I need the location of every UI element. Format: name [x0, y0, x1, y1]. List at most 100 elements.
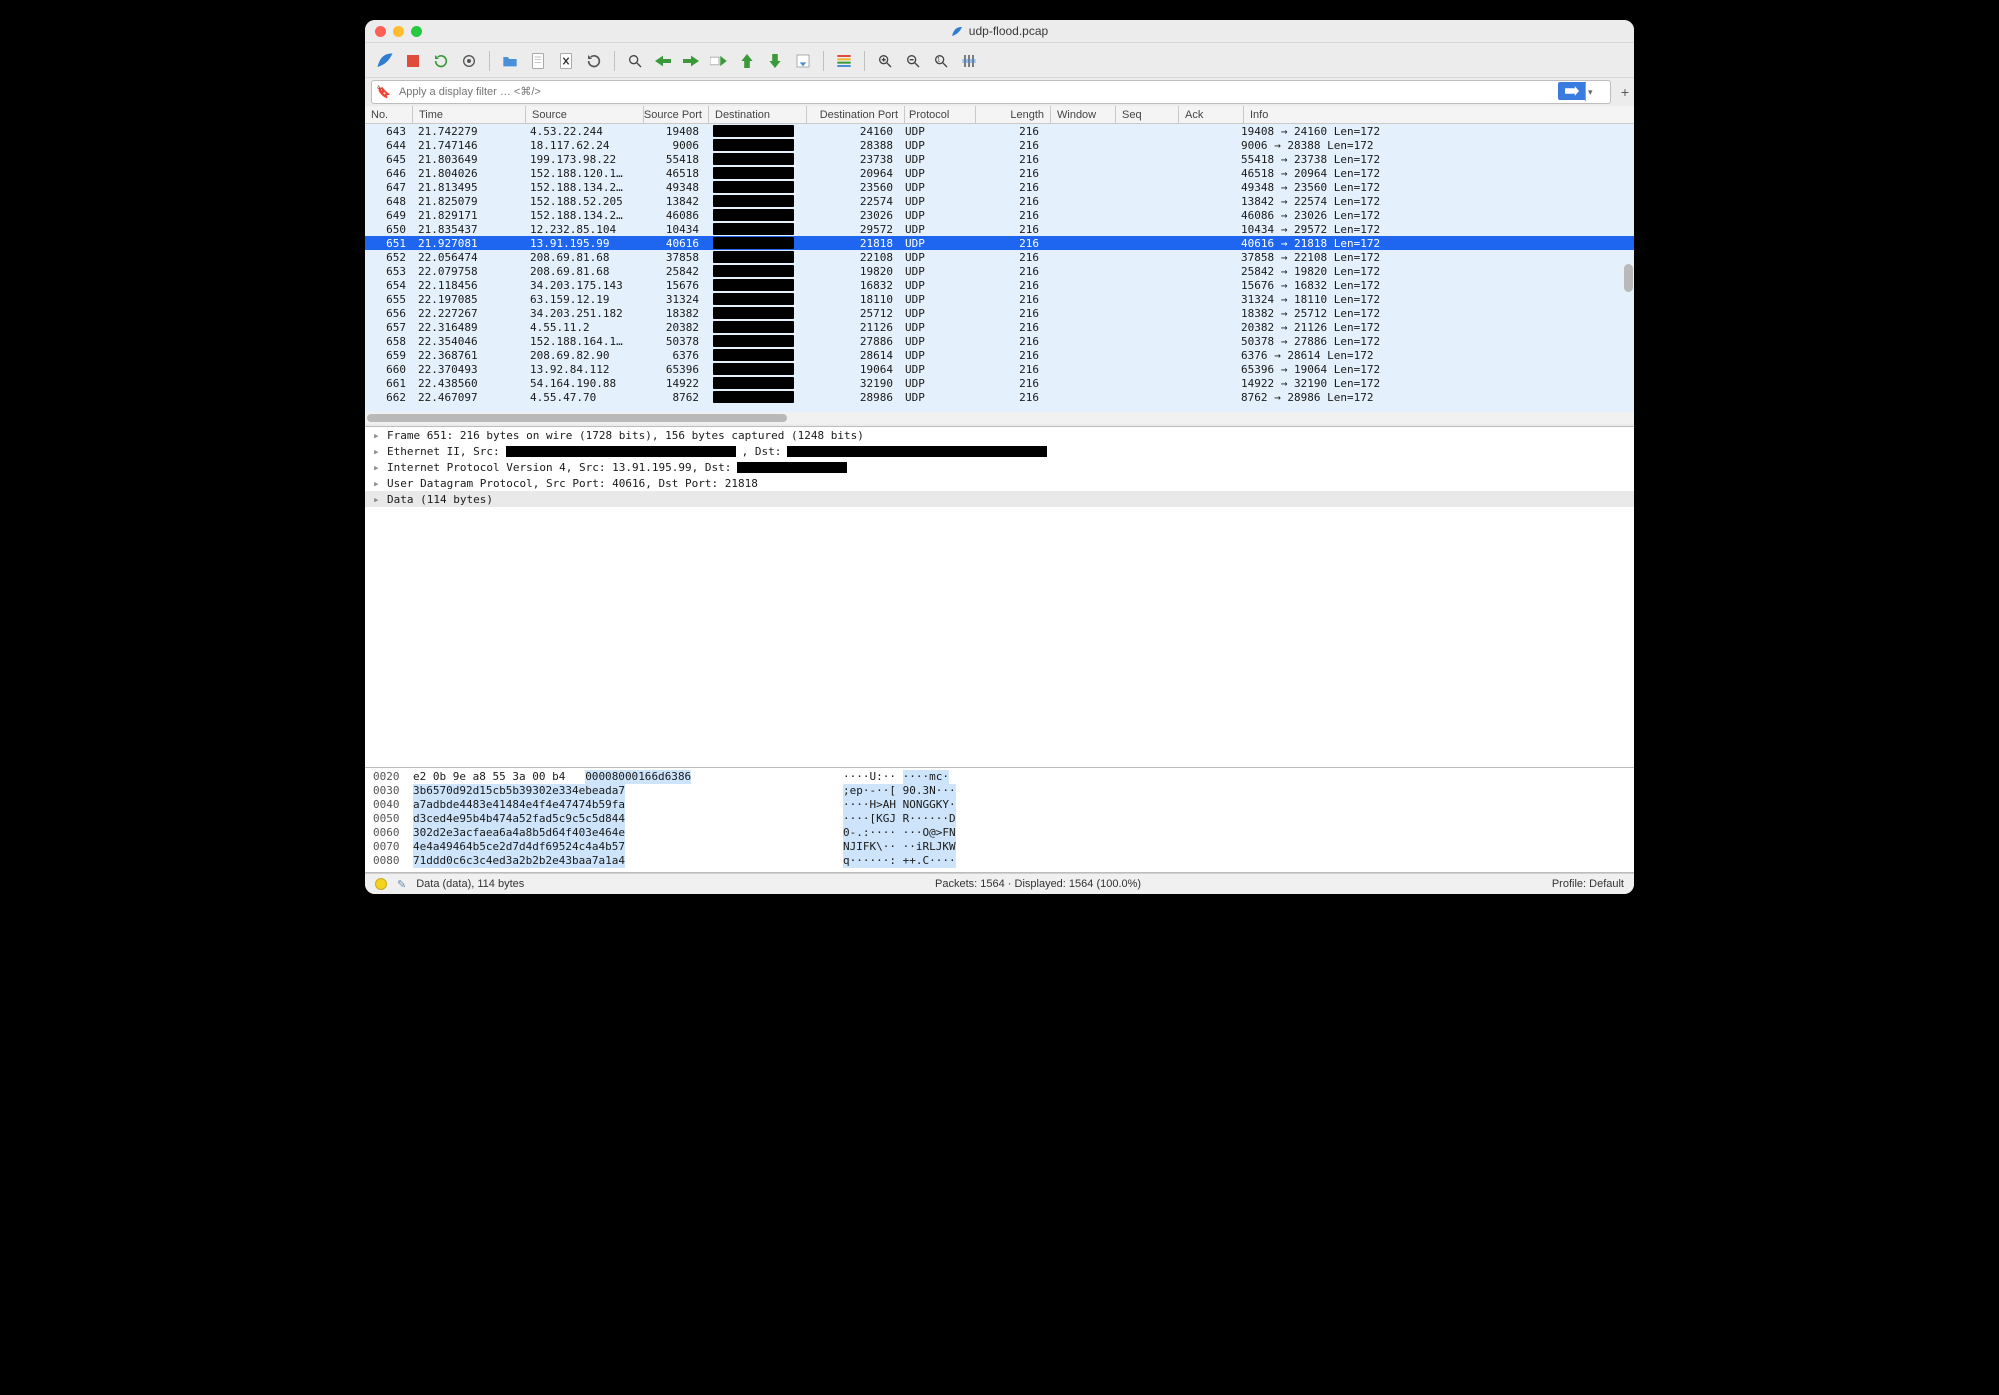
resize-columns-button[interactable] [957, 49, 981, 73]
packet-row[interactable]: 65722.3164894.55.11.22038221126UDP216203… [365, 320, 1634, 334]
save-file-button[interactable] [526, 49, 550, 73]
maximize-icon[interactable] [411, 26, 422, 37]
toolbar: 1 [365, 43, 1634, 78]
display-filter-input[interactable] [397, 85, 1606, 99]
status-right[interactable]: Profile: Default [1552, 878, 1624, 890]
detail-line[interactable]: ▸Ethernet II, Src: , Dst: [365, 443, 1634, 459]
traffic-lights [375, 26, 422, 37]
auto-scroll-button[interactable] [791, 49, 815, 73]
filter-history-dropdown[interactable]: ▾ [1588, 87, 1598, 98]
packet-row[interactable]: 64721.813495152.188.134.2…4934823560UDP2… [365, 180, 1634, 194]
col-source[interactable]: Source [526, 106, 644, 123]
packet-row[interactable]: 65422.11845634.203.175.1431567616832UDP2… [365, 278, 1634, 292]
titlebar[interactable]: udp-flood.pcap [365, 20, 1634, 43]
status-left: Data (data), 114 bytes [416, 878, 524, 890]
detail-line[interactable]: ▸Frame 651: 216 bytes on wire (1728 bits… [365, 427, 1634, 443]
packet-row[interactable]: 66122.43856054.164.190.881492232190UDP21… [365, 376, 1634, 390]
col-protocol[interactable]: Protocol [905, 106, 976, 123]
open-file-button[interactable] [498, 49, 522, 73]
reload-button[interactable] [582, 49, 606, 73]
packet-row[interactable]: 65121.92708113.91.195.994061621818UDP216… [365, 236, 1634, 250]
detail-line[interactable]: ▸Internet Protocol Version 4, Src: 13.91… [365, 459, 1634, 475]
col-no[interactable]: No. [365, 106, 413, 123]
close-icon[interactable] [375, 26, 386, 37]
restart-capture-button[interactable] [429, 49, 453, 73]
hex-row[interactable]: 0020e2 0b 9e a8 55 3a 00 b4 00 00 80 00 … [373, 770, 1626, 784]
disclosure-triangle-icon[interactable]: ▸ [373, 493, 381, 506]
disclosure-triangle-icon[interactable]: ▸ [373, 445, 381, 458]
col-seq[interactable]: Seq [1116, 106, 1179, 123]
zoom-reset-button[interactable]: 1 [929, 49, 953, 73]
filter-apply-button[interactable] [1558, 82, 1586, 100]
packet-row[interactable]: 65622.22726734.203.251.1821838225712UDP2… [365, 306, 1634, 320]
hex-row[interactable]: 0040a7 ad bd e4 48 3e 41 48 4e 4f 4e 47 … [373, 798, 1626, 812]
col-source-port[interactable]: Source Port [644, 106, 709, 123]
separator [489, 51, 490, 71]
stage: udp-flood.pcap 1 [333, 0, 1666, 930]
close-file-button[interactable] [554, 49, 578, 73]
col-destination-port[interactable]: Destination Port [807, 106, 905, 123]
go-last-button[interactable] [763, 49, 787, 73]
zoom-out-button[interactable] [901, 49, 925, 73]
expert-info-icon[interactable] [375, 878, 387, 890]
packet-row[interactable]: 65522.19708563.159.12.193132418110UDP216… [365, 292, 1634, 306]
go-to-packet-button[interactable] [707, 49, 731, 73]
packet-row[interactable]: 65222.056474208.69.81.683785822108UDP216… [365, 250, 1634, 264]
disclosure-triangle-icon[interactable]: ▸ [373, 461, 381, 474]
packet-row[interactable]: 64421.74714618.117.62.24900628388UDP2169… [365, 138, 1634, 152]
stop-capture-button[interactable] [401, 49, 425, 73]
hex-row[interactable]: 008071 dd d0 c6 c3 c4 ed 3a 2b 2b 2e 43 … [373, 854, 1626, 868]
packet-row[interactable]: 65922.368761208.69.82.90637628614UDP2166… [365, 348, 1634, 362]
separator [823, 51, 824, 71]
minimize-icon[interactable] [393, 26, 404, 37]
colorize-button[interactable] [832, 49, 856, 73]
packet-details[interactable]: ▸Frame 651: 216 bytes on wire (1728 bits… [365, 427, 1634, 768]
add-filter-button[interactable]: + [1619, 84, 1631, 100]
packet-row[interactable]: 65322.079758208.69.81.682584219820UDP216… [365, 264, 1634, 278]
go-forward-button[interactable] [679, 49, 703, 73]
vertical-scrollbar[interactable] [1622, 124, 1634, 412]
go-back-button[interactable] [651, 49, 675, 73]
scrollbar-thumb[interactable] [1624, 264, 1633, 292]
window-title-text: udp-flood.pcap [969, 24, 1048, 38]
capture-file-properties-icon[interactable]: ✎ [397, 878, 406, 891]
scrollbar-thumb[interactable] [367, 414, 787, 422]
start-capture-button[interactable] [373, 49, 397, 73]
status-bar: ✎ Data (data), 114 bytes Packets: 1564 ·… [365, 873, 1634, 894]
hex-row[interactable]: 00704e 4a 49 46 4b 5c e2 d7 d4 df 69 52 … [373, 840, 1626, 854]
bookmark-icon[interactable]: 🔖 [376, 85, 391, 99]
packet-row[interactable]: 64621.804026152.188.120.1…4651820964UDP2… [365, 166, 1634, 180]
col-destination[interactable]: Destination [709, 106, 807, 123]
packet-row[interactable]: 64821.825079152.188.52.2051384222574UDP2… [365, 194, 1634, 208]
packet-bytes[interactable]: 0020e2 0b 9e a8 55 3a 00 b4 00 00 80 00 … [365, 768, 1634, 873]
find-button[interactable] [623, 49, 647, 73]
disclosure-triangle-icon[interactable]: ▸ [373, 429, 381, 442]
packet-row[interactable]: 64921.829171152.188.134.2…4608623026UDP2… [365, 208, 1634, 222]
go-first-button[interactable] [735, 49, 759, 73]
detail-line[interactable]: ▸User Datagram Protocol, Src Port: 40616… [365, 475, 1634, 491]
horizontal-scrollbar[interactable] [365, 412, 1634, 424]
col-window[interactable]: Window [1051, 106, 1116, 123]
display-filter-bar[interactable]: 🔖 ▾ [371, 80, 1611, 104]
packet-row[interactable]: 65021.83543712.232.85.1041043429572UDP21… [365, 222, 1634, 236]
hex-row[interactable]: 0050d3 ce d4 e9 5b 4b 47 4a 52 fa d5 c9 … [373, 812, 1626, 826]
col-info[interactable]: Info [1244, 106, 1634, 123]
packet-list-header[interactable]: No. Time Source Source Port Destination … [365, 106, 1634, 124]
packet-row[interactable]: 64521.803649199.173.98.225541823738UDP21… [365, 152, 1634, 166]
detail-line[interactable]: ▸Data (114 bytes) [365, 491, 1634, 507]
disclosure-triangle-icon[interactable]: ▸ [373, 477, 381, 490]
separator [864, 51, 865, 71]
zoom-in-button[interactable] [873, 49, 897, 73]
packet-row[interactable]: 66222.4670974.55.47.70876228986UDP216876… [365, 390, 1634, 404]
app-window: udp-flood.pcap 1 [365, 20, 1634, 894]
col-time[interactable]: Time [413, 106, 526, 123]
packet-row[interactable]: 66022.37049313.92.84.1126539619064UDP216… [365, 362, 1634, 376]
packet-row[interactable]: 64321.7422794.53.22.2441940824160UDP2161… [365, 124, 1634, 138]
packet-list-body[interactable]: 64321.7422794.53.22.2441940824160UDP2161… [365, 124, 1634, 412]
capture-options-button[interactable] [457, 49, 481, 73]
col-length[interactable]: Length [976, 106, 1051, 123]
col-ack[interactable]: Ack [1179, 106, 1244, 123]
packet-row[interactable]: 65822.354046152.188.164.1…5037827886UDP2… [365, 334, 1634, 348]
hex-row[interactable]: 006030 2d 2e 3a cf ae a6 a4 a8 b5 d6 4f … [373, 826, 1626, 840]
hex-row[interactable]: 00303b 65 70 d9 2d 15 cb 5b 39 30 2e 33 … [373, 784, 1626, 798]
